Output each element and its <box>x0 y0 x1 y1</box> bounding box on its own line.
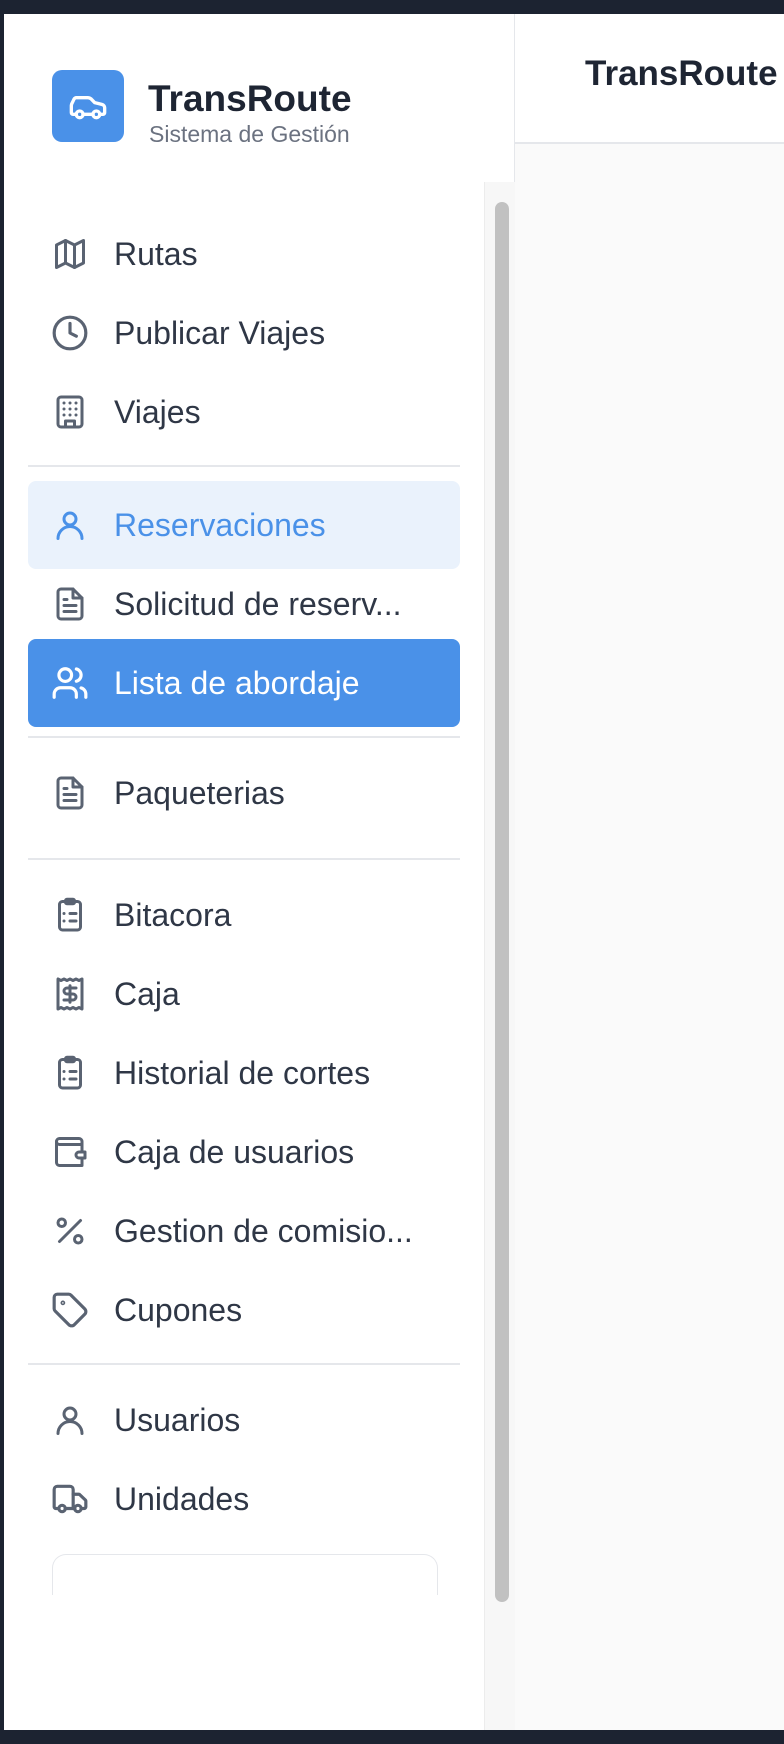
user-icon <box>48 503 92 547</box>
window-top-bar <box>0 0 784 14</box>
sidebar-item-label: Gestion de comisio... <box>114 1212 413 1249</box>
brand-title: TransRoute <box>148 78 352 119</box>
sidebar-item-label: Unidades <box>114 1480 250 1517</box>
nav-divider <box>28 465 460 467</box>
sidebar-item-label: Usuarios <box>114 1401 241 1438</box>
nav-divider <box>28 858 460 860</box>
sidebar-item-caja-de-usuarios[interactable]: Caja de usuarios <box>28 1108 460 1196</box>
app-window: TransRoute Sistema de Gestión Rutas Publ… <box>4 14 784 1730</box>
sidebar-item-label: Reservaciones <box>114 506 326 543</box>
sidebar-item-label: Lista de abordaje <box>114 664 360 701</box>
sidebar-scrollbar[interactable] <box>484 182 515 1730</box>
car-icon <box>52 70 124 142</box>
receipt-dollar-icon <box>48 972 92 1016</box>
sidebar-item-usuarios[interactable]: Usuarios <box>28 1376 460 1464</box>
sidebar-item-viajes[interactable]: Viajes <box>28 368 460 456</box>
clock-icon <box>48 311 92 355</box>
nav-divider <box>28 1363 460 1365</box>
sidebar-item-cupones[interactable]: Cupones <box>28 1266 460 1354</box>
sidebar-item-label: Solicitud de reserv... <box>114 585 402 622</box>
user-icon <box>48 1398 92 1442</box>
sidebar-nav: Rutas Publicar Viajes Viajes Reservacion… <box>4 182 484 1730</box>
document-icon <box>48 771 92 815</box>
sidebar-footer-card[interactable] <box>52 1554 438 1595</box>
sidebar-item-label: Rutas <box>114 235 198 272</box>
document-icon <box>48 582 92 626</box>
sidebar-item-publicar-viajes[interactable]: Publicar Viajes <box>28 289 460 377</box>
wallet-icon <box>48 1130 92 1174</box>
page-title: TransRoute <box>585 54 778 93</box>
sidebar-item-label: Caja de usuarios <box>114 1133 355 1170</box>
sidebar-item-label: Caja <box>114 975 180 1012</box>
building-icon <box>48 390 92 434</box>
sidebar-item-label: Historial de cortes <box>114 1054 371 1091</box>
truck-icon <box>48 1477 92 1521</box>
clipboard-list-icon <box>48 893 92 937</box>
percent-icon <box>48 1209 92 1253</box>
sidebar-item-label: Bitacora <box>114 896 232 933</box>
sidebar-item-unidades[interactable]: Unidades <box>28 1455 460 1543</box>
sidebar-item-bitacora[interactable]: Bitacora <box>28 871 460 959</box>
brand-subtitle: Sistema de Gestión <box>149 121 350 147</box>
sidebar-item-label: Cupones <box>114 1291 243 1328</box>
map-icon <box>48 232 92 276</box>
users-icon <box>48 661 92 705</box>
sidebar-item-paqueterias[interactable]: Paqueterias <box>28 749 460 837</box>
sidebar-item-label: Paqueterias <box>114 774 285 811</box>
sidebar: TransRoute Sistema de Gestión Rutas Publ… <box>4 14 515 1730</box>
main-header: TransRoute <box>515 14 784 144</box>
scrollbar-thumb[interactable] <box>495 202 509 1602</box>
sidebar-item-label: Publicar Viajes <box>114 314 326 351</box>
main-body <box>515 144 784 1730</box>
sidebar-item-reservaciones[interactable]: Reservaciones <box>28 481 460 569</box>
sidebar-item-label: Viajes <box>114 393 201 430</box>
sidebar-item-solicitud-de-reservacion[interactable]: Solicitud de reserv... <box>28 560 460 648</box>
tag-icon <box>48 1288 92 1332</box>
sidebar-item-rutas[interactable]: Rutas <box>28 210 460 298</box>
clipboard-list-icon <box>48 1051 92 1095</box>
sidebar-item-lista-de-abordaje[interactable]: Lista de abordaje <box>28 639 460 727</box>
sidebar-item-gestion-de-comisiones[interactable]: Gestion de comisio... <box>28 1187 460 1275</box>
nav-divider <box>28 736 460 738</box>
sidebar-item-historial-de-cortes[interactable]: Historial de cortes <box>28 1029 460 1117</box>
main-content: TransRoute <box>515 14 784 1730</box>
sidebar-item-caja[interactable]: Caja <box>28 950 460 1038</box>
